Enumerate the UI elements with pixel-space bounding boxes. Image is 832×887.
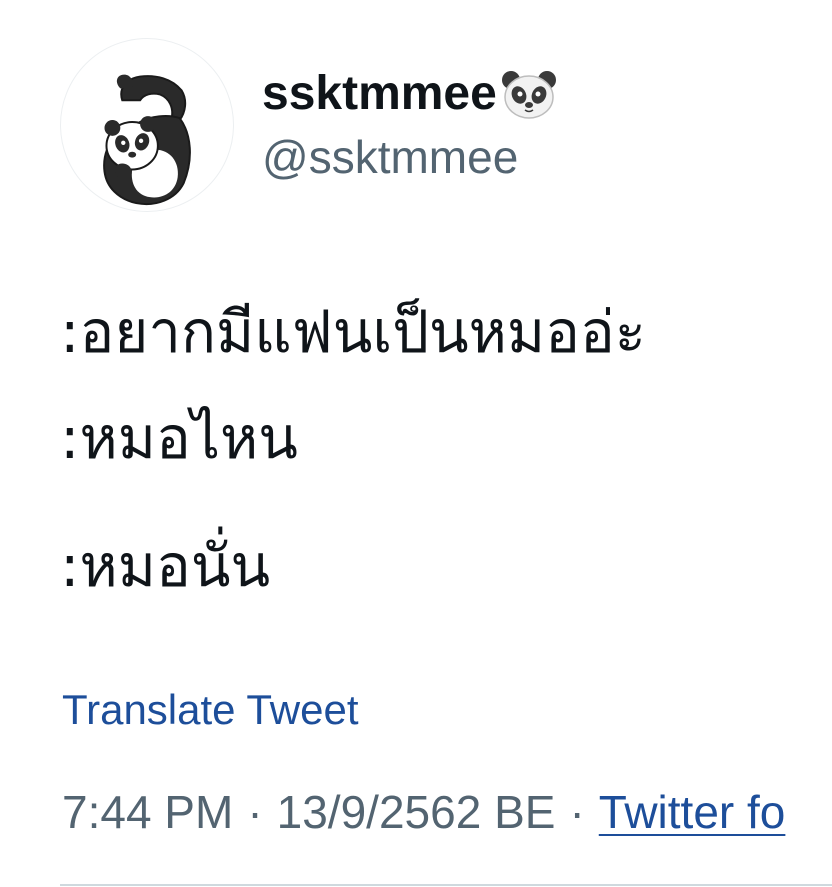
- tweet-text-line-2: :หมอไหน: [60, 404, 298, 472]
- display-name-text: ssktmmee: [262, 67, 497, 120]
- tweet-date[interactable]: 13/9/2562 BE: [277, 786, 556, 838]
- user-avatar[interactable]: [60, 38, 234, 212]
- tweet-source-link[interactable]: Twitter fo: [599, 786, 786, 838]
- tweet-text-line-1: :อยากมีแฟนเป็นหมออ่ะ: [60, 298, 646, 366]
- tweet-time[interactable]: 7:44 PM: [62, 786, 233, 838]
- meta-separator: ·: [569, 786, 585, 838]
- meta-separator: ·: [247, 786, 263, 838]
- display-name[interactable]: ssktmmee: [262, 64, 559, 124]
- user-handle[interactable]: @ssktmmee: [262, 128, 518, 186]
- translate-tweet-link[interactable]: Translate Tweet: [62, 684, 358, 736]
- panda-face-emoji-icon: [499, 68, 559, 120]
- tweet-metadata: 7:44 PM · 13/9/2562 BE · Twitter fo: [62, 782, 785, 842]
- panda-avatar-icon: [103, 74, 191, 206]
- divider: [60, 884, 832, 886]
- tweet-text-line-3: :หมอนั่น: [60, 532, 271, 600]
